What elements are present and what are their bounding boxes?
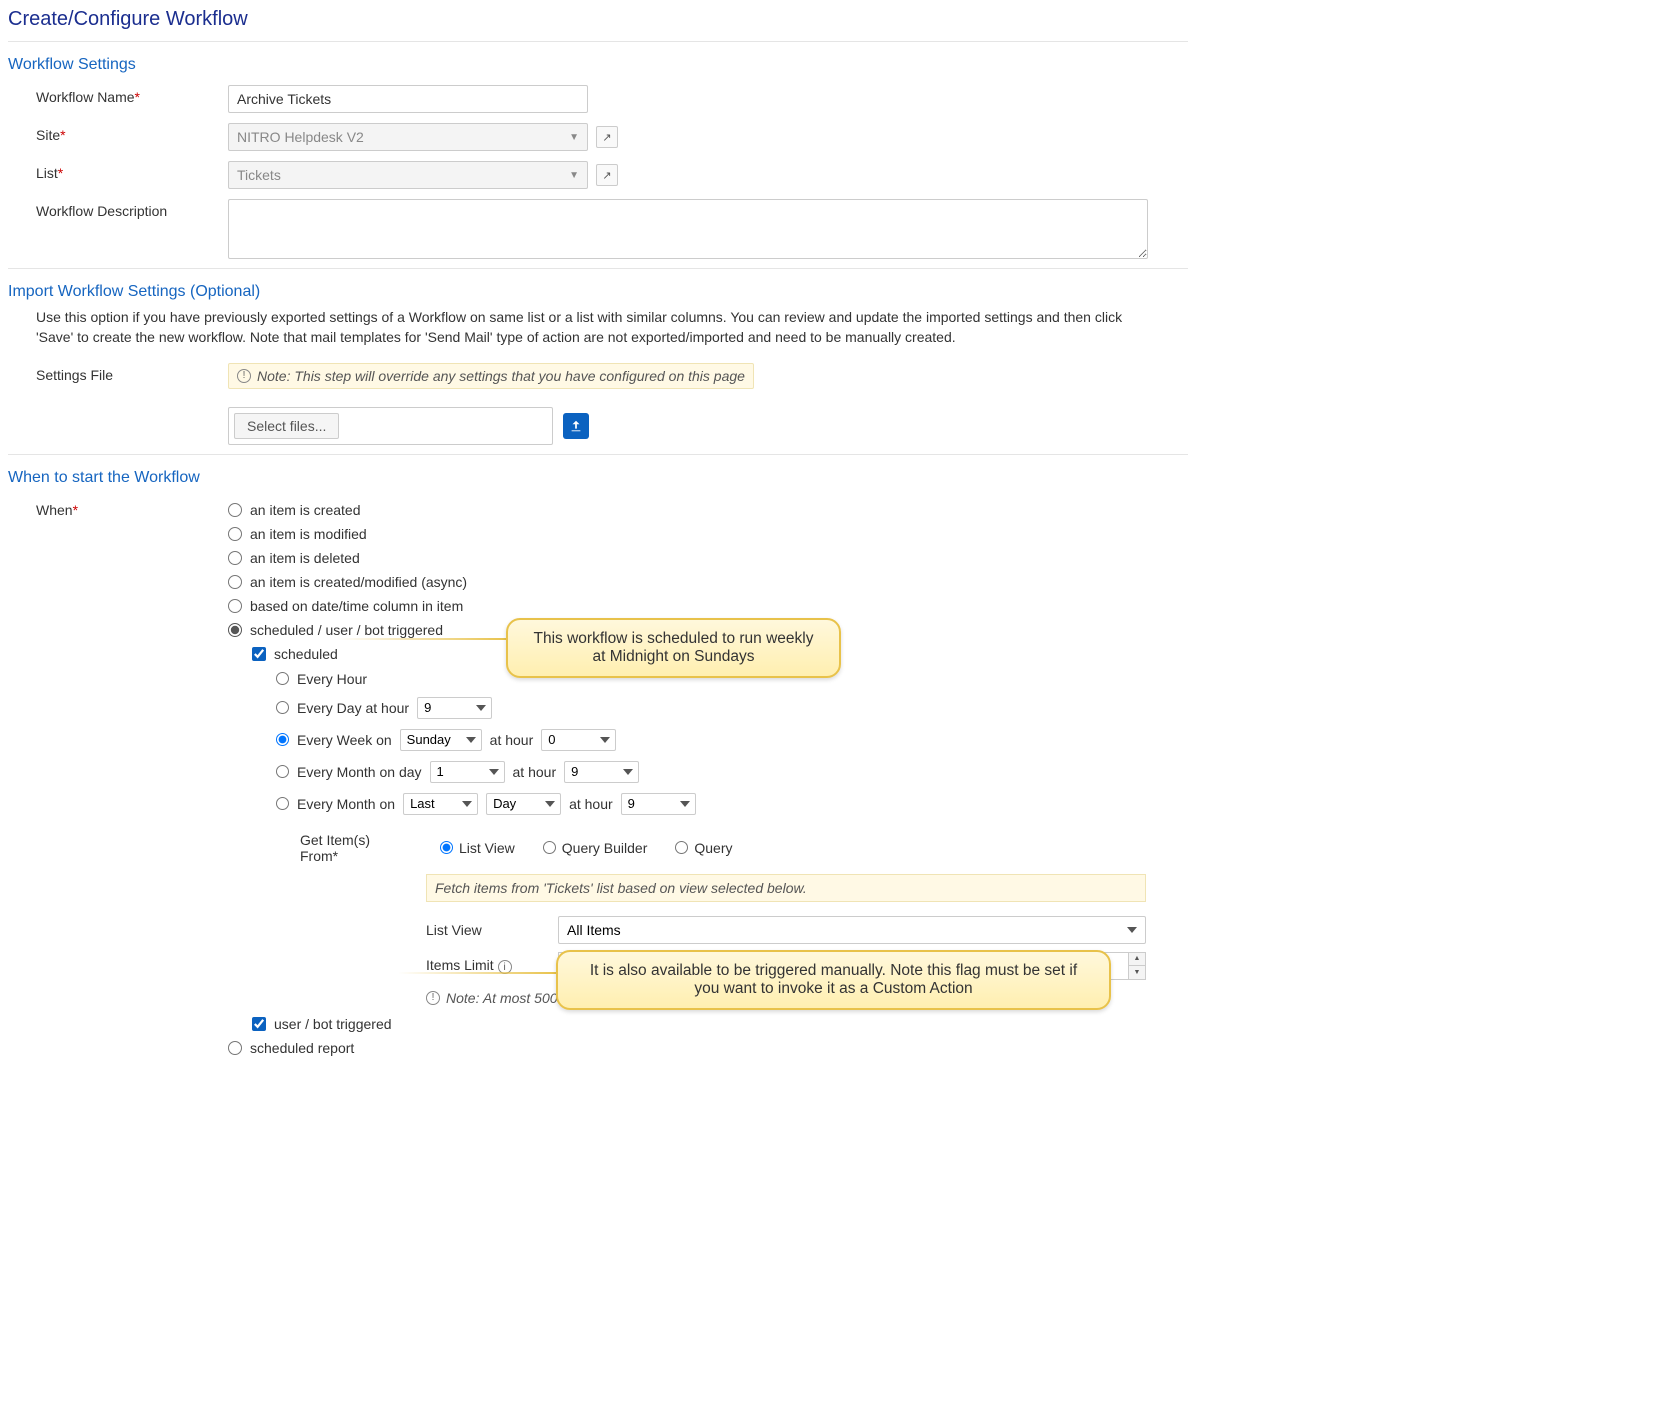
page-title: Create/Configure Workflow <box>8 0 1188 37</box>
when-date-column[interactable]: based on date/time column in item <box>228 594 1188 618</box>
sched-month-hour-select[interactable]: 9 <box>564 761 639 783</box>
divider <box>8 268 1188 269</box>
sched-month-day-select[interactable]: 1 <box>430 761 505 783</box>
open-list-button[interactable]: ↗ <box>596 164 618 186</box>
sched-every-day-radio[interactable] <box>276 701 289 714</box>
description-textarea[interactable] <box>228 199 1148 259</box>
callout-userbot: It is also available to be triggered man… <box>556 950 1111 1010</box>
divider <box>8 454 1188 455</box>
sched-every-week-radio[interactable] <box>276 733 289 746</box>
select-files-button[interactable]: Select files... <box>234 413 339 439</box>
at-hour-label: at hour <box>569 796 613 812</box>
sched-every-hour-radio[interactable] <box>276 672 289 685</box>
sched-day-hour-select[interactable]: 9 <box>417 697 492 719</box>
sched-every-month-day-label: Every Month on day <box>297 764 422 780</box>
sched-every-day-label: Every Day at hour <box>297 700 409 716</box>
when-item-modified[interactable]: an item is modified <box>228 522 1188 546</box>
at-hour-label: at hour <box>490 732 534 748</box>
caret-down-icon: ▼ <box>569 132 579 143</box>
external-link-icon: ↗ <box>602 131 611 144</box>
workflow-name-input[interactable] <box>228 85 588 113</box>
file-picker[interactable]: Select files... <box>228 407 553 445</box>
when-scheduled-report[interactable]: scheduled report <box>228 1036 1188 1060</box>
label-list: List* <box>8 161 228 181</box>
section-when: When to start the Workflow <box>8 463 1188 493</box>
sched-month2-ord-select[interactable]: Last <box>403 793 478 815</box>
when-item-created[interactable]: an item is created <box>228 498 1188 522</box>
import-help-text: Use this option if you have previously e… <box>8 307 1138 358</box>
upload-icon <box>569 419 583 433</box>
spin-up-icon[interactable]: ▲ <box>1129 953 1145 967</box>
label-settings-file: Settings File <box>8 363 228 383</box>
label-site: Site* <box>8 123 228 143</box>
section-workflow-settings: Workflow Settings <box>8 50 1188 80</box>
items-limit-spinner[interactable]: ▲▼ <box>1128 952 1146 980</box>
fetch-note: Fetch items from 'Tickets' list based on… <box>426 874 1146 902</box>
caret-down-icon: ▼ <box>569 170 579 181</box>
list-select[interactable]: Tickets▼ <box>228 161 588 189</box>
sched-every-hour-label: Every Hour <box>297 671 367 687</box>
when-item-deleted[interactable]: an item is deleted <box>228 546 1188 570</box>
label-description: Workflow Description <box>8 199 228 219</box>
label-when: When* <box>8 498 228 518</box>
callout-arrow <box>338 638 508 640</box>
section-import-settings: Import Workflow Settings (Optional) <box>8 277 1188 307</box>
list-view-select[interactable]: All Items <box>558 916 1146 944</box>
label-workflow-name: Workflow Name* <box>8 85 228 105</box>
sched-month2-day-select[interactable]: Day <box>486 793 561 815</box>
info-icon: ! <box>426 991 440 1005</box>
open-site-button[interactable]: ↗ <box>596 126 618 148</box>
upload-button[interactable] <box>563 413 589 439</box>
sched-every-week-label: Every Week on <box>297 732 392 748</box>
sched-every-month-ord-label: Every Month on <box>297 796 395 812</box>
user-bot-triggered-checkbox[interactable]: user / bot triggered <box>252 1012 1188 1036</box>
spin-down-icon[interactable]: ▼ <box>1129 966 1145 979</box>
callout-scheduled: This workflow is scheduled to run weekly… <box>506 618 841 678</box>
when-item-created-modified-async[interactable]: an item is created/modified (async) <box>228 570 1188 594</box>
external-link-icon: ↗ <box>602 169 611 182</box>
get-items-list-view[interactable]: List View <box>440 840 515 856</box>
label-list-view: List View <box>426 922 546 938</box>
sched-every-month-ord-radio[interactable] <box>276 797 289 810</box>
import-note: ! Note: This step will override any sett… <box>228 363 754 389</box>
sched-month2-hour-select[interactable]: 9 <box>621 793 696 815</box>
get-items-query-builder[interactable]: Query Builder <box>543 840 648 856</box>
get-items-query[interactable]: Query <box>675 840 732 856</box>
sched-weekday-select[interactable]: Sunday <box>400 729 482 751</box>
at-hour-label: at hour <box>513 764 557 780</box>
sched-week-hour-select[interactable]: 0 <box>541 729 616 751</box>
callout-arrow <box>398 972 558 974</box>
label-get-items-from: Get Item(s) From* <box>300 832 410 864</box>
site-select[interactable]: NITRO Helpdesk V2▼ <box>228 123 588 151</box>
divider <box>8 41 1188 42</box>
info-icon: ! <box>237 369 251 383</box>
sched-every-month-day-radio[interactable] <box>276 765 289 778</box>
